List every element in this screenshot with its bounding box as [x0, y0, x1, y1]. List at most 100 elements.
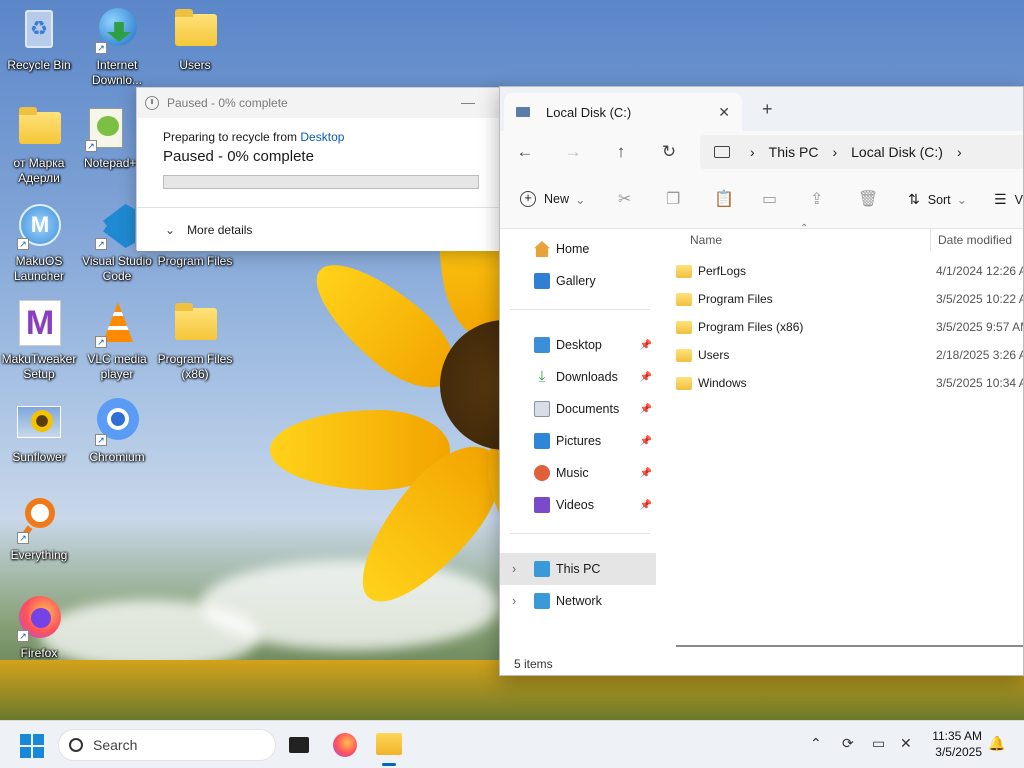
column-header-name[interactable]: Name: [690, 233, 722, 247]
computer-icon: [534, 561, 550, 577]
task-view-button[interactable]: [289, 737, 309, 753]
view-icon: ☰: [994, 191, 1007, 207]
folder-icon: [676, 348, 692, 362]
column-header-date[interactable]: Date modified: [938, 233, 1012, 247]
desktop-icon-recycle-bin[interactable]: ♻ Recycle Bin: [0, 6, 78, 73]
sidebar-item-network[interactable]: › Network: [500, 585, 656, 617]
sidebar-item-desktop[interactable]: Desktop 📌: [500, 329, 656, 361]
file-row[interactable]: Program Files 3/5/2025 10:22 A: [676, 285, 1023, 313]
pin-icon[interactable]: 📌: [640, 468, 652, 479]
breadcrumb-this-pc[interactable]: This PC: [769, 144, 819, 160]
breadcrumb-local-disk[interactable]: Local Disk (C:): [851, 144, 943, 160]
refresh-button[interactable]: ↻: [658, 141, 680, 163]
pin-icon[interactable]: 📌: [640, 372, 652, 383]
vscode-icon: ↗: [93, 202, 141, 250]
firefox-taskbar-icon[interactable]: [333, 733, 357, 757]
makuos-launcher-icon: M ↗: [15, 202, 63, 250]
chevron-right-icon[interactable]: ›: [512, 562, 516, 576]
pin-icon[interactable]: 📌: [640, 340, 652, 351]
sidebar-item-this-pc[interactable]: › This PC: [500, 553, 656, 585]
up-button[interactable]: ↑: [610, 141, 632, 163]
folder-icon: [676, 264, 692, 278]
taskbar-search[interactable]: Search: [58, 729, 276, 761]
dialog-titlebar[interactable]: Paused - 0% complete: [137, 88, 505, 118]
desktop-icon-program-files-x86[interactable]: Program Files (x86): [156, 300, 234, 382]
desktop-icon-chromium[interactable]: ↗ Chromium: [78, 398, 156, 465]
sync-icon[interactable]: ⟳: [842, 735, 854, 752]
drive-icon: [516, 107, 530, 117]
desktop-icon-firefox[interactable]: ↗ Firefox: [0, 594, 78, 661]
sidebar-item-documents[interactable]: Documents 📌: [500, 393, 656, 425]
volume-muted-icon[interactable]: ✕: [900, 735, 912, 752]
close-tab-button[interactable]: ✕: [718, 104, 730, 121]
download-icon: ⤓: [538, 368, 546, 385]
windows-logo-icon: [20, 734, 31, 745]
documents-icon: [534, 401, 550, 417]
navigation-pane: Home Gallery Desktop 📌 ⤓ Downloads 📌 Docum…: [500, 229, 656, 649]
desktop-icon-vlc-media-player[interactable]: ↗ VLC media player: [78, 300, 156, 382]
minimize-button[interactable]: —: [461, 94, 475, 110]
sidebar-item-downloads[interactable]: ⤓ Downloads 📌: [500, 361, 656, 393]
sidebar-item-home[interactable]: Home: [500, 233, 656, 265]
sort-arrow-icon: ⌃: [800, 223, 809, 234]
chevron-right-icon[interactable]: ›: [512, 594, 516, 608]
sidebar-item-videos[interactable]: Videos 📌: [500, 489, 656, 521]
clock-icon: [145, 96, 159, 110]
back-button[interactable]: ←: [514, 141, 536, 163]
recycle-progress-dialog: Paused - 0% complete — Preparing to recy…: [136, 87, 506, 251]
paste-icon[interactable]: 📋: [714, 189, 734, 209]
notification-bell-icon[interactable]: 🔔: [988, 735, 1005, 752]
desktop-icon-users[interactable]: Users: [156, 6, 234, 73]
internet-download-manager-icon: ↗: [93, 6, 141, 54]
forward-button[interactable]: →: [562, 141, 584, 163]
file-explorer-window: Local Disk (C:) ✕ + ← → ↑ ↻ › This PC › …: [499, 86, 1024, 676]
sidebar-item-pictures[interactable]: Pictures 📌: [500, 425, 656, 457]
taskbar-clock[interactable]: 11:35 AM 3/5/2025: [932, 728, 982, 760]
file-explorer-taskbar-icon[interactable]: [376, 733, 402, 755]
share-icon[interactable]: ⇪: [810, 189, 823, 209]
sort-button[interactable]: ⇅ Sort ⌄: [908, 191, 967, 208]
source-link[interactable]: Desktop: [300, 130, 344, 144]
file-row[interactable]: PerfLogs 4/1/2024 12:26 A: [676, 257, 1023, 285]
pin-icon[interactable]: 📌: [640, 500, 652, 511]
chevron-right-icon: ›: [750, 144, 755, 160]
desktop-icon-ot-marka-aderli[interactable]: от Марка Адерли: [0, 104, 78, 186]
network-icon: [534, 593, 550, 609]
everything-search-icon: ↗: [15, 496, 63, 544]
file-row[interactable]: Users 2/18/2025 3:26 A: [676, 341, 1023, 369]
tab-local-disk[interactable]: Local Disk (C:) ✕: [504, 93, 742, 131]
new-button[interactable]: + New ⌄: [520, 191, 586, 207]
folder-icon: [171, 6, 219, 54]
desktop-icon-sunflower[interactable]: Sunflower: [0, 398, 78, 465]
new-tab-button[interactable]: +: [762, 99, 773, 120]
home-icon: [534, 241, 550, 257]
desktop-icon-makutweaker-setup[interactable]: M MakuTweaker Setup: [0, 300, 78, 382]
sidebar-item-music[interactable]: Music 📌: [500, 457, 656, 489]
status-text: Paused - 0% complete: [163, 148, 314, 165]
status-bar-item-count: 5 items: [514, 657, 553, 671]
view-button[interactable]: ☰ V: [994, 191, 1023, 208]
delete-icon[interactable]: 🗑: [858, 189, 878, 209]
rename-icon[interactable]: ▭: [762, 189, 777, 209]
desktop-icon-internet-download-manager[interactable]: ↗ Internet Downlo...: [78, 6, 156, 88]
chevron-up-icon[interactable]: ⌃: [810, 735, 822, 752]
horizontal-scrollbar[interactable]: [676, 645, 1023, 647]
start-button[interactable]: [20, 734, 44, 758]
folder-icon: [15, 104, 63, 152]
pin-icon[interactable]: 📌: [640, 404, 652, 415]
cut-icon[interactable]: ✂: [618, 189, 631, 209]
sidebar-item-gallery[interactable]: Gallery: [500, 265, 656, 297]
address-bar[interactable]: › This PC › Local Disk (C:) ›: [700, 135, 1023, 169]
tab-strip: Local Disk (C:) ✕ +: [500, 87, 1023, 131]
file-row[interactable]: Program Files (x86) 3/5/2025 9:57 AM: [676, 313, 1023, 341]
search-icon: [69, 738, 83, 752]
desktop-icon-notepad-plus-plus[interactable]: ↗ Notepad++: [78, 104, 136, 171]
more-details-button[interactable]: ⌄ More details: [137, 207, 505, 251]
desktop-icon-makuos-launcher[interactable]: M ↗ MakuOS Launcher: [0, 202, 78, 284]
copy-icon[interactable]: ❐: [666, 189, 680, 209]
gallery-icon: [534, 273, 550, 289]
file-row[interactable]: Windows 3/5/2025 10:34 A: [676, 369, 1023, 397]
desktop-icon-everything[interactable]: ↗ Everything: [0, 496, 78, 563]
network-icon[interactable]: ▭: [872, 735, 885, 752]
pin-icon[interactable]: 📌: [640, 436, 652, 447]
